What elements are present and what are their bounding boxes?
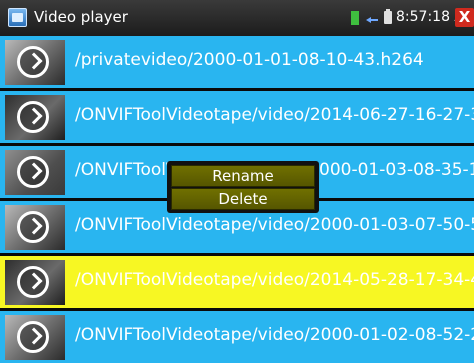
title-bar: Video player 8:57:18 AM X bbox=[0, 0, 474, 36]
network-icon bbox=[365, 11, 379, 23]
play-icon[interactable] bbox=[17, 46, 49, 78]
play-icon[interactable] bbox=[17, 321, 49, 353]
video-thumbnail bbox=[5, 205, 65, 250]
video-thumbnail bbox=[5, 40, 65, 85]
file-name-suffix: 000-01-03-08-35-1 bbox=[319, 160, 474, 180]
file-name: /ONVIFToolVideotape/video/2000-01-02-08-… bbox=[75, 325, 474, 345]
video-thumbnail bbox=[5, 150, 65, 195]
rename-menu-item[interactable]: Rename bbox=[171, 165, 315, 187]
close-button[interactable]: X bbox=[455, 8, 474, 27]
play-icon[interactable] bbox=[17, 211, 49, 243]
signal-icon bbox=[351, 11, 359, 25]
file-row-selected[interactable]: /ONVIFToolVideotape/video/2014-05-28-17-… bbox=[0, 256, 474, 308]
file-name: /ONVIFToolVideotape/video/2014-05-28-17-… bbox=[75, 270, 474, 290]
video-thumbnail bbox=[5, 95, 65, 140]
file-name: /ONVIFTool\ bbox=[75, 160, 172, 180]
app-icon bbox=[8, 8, 27, 27]
video-thumbnail bbox=[5, 260, 65, 305]
context-menu: Rename Delete bbox=[167, 161, 319, 213]
file-row[interactable]: /ONVIFToolVideotape/video/2014-06-27-16-… bbox=[0, 91, 474, 143]
file-name: /ONVIFToolVideotape/video/2014-06-27-16-… bbox=[75, 105, 474, 125]
play-icon[interactable] bbox=[17, 101, 49, 133]
window-title: Video player bbox=[34, 8, 128, 26]
battery-icon bbox=[384, 9, 392, 24]
play-icon[interactable] bbox=[17, 266, 49, 298]
file-row[interactable]: /ONVIFToolVideotape/video/2000-01-02-08-… bbox=[0, 311, 474, 363]
file-name: /ONVIFToolVideotape/video/2000-01-03-07-… bbox=[75, 215, 474, 235]
file-name: /privatevideo/2000-01-01-08-10-43.h264 bbox=[75, 50, 424, 70]
file-row[interactable]: /privatevideo/2000-01-01-08-10-43.h264 bbox=[0, 36, 474, 88]
play-icon[interactable] bbox=[17, 156, 49, 188]
delete-menu-item[interactable]: Delete bbox=[171, 188, 315, 210]
video-thumbnail bbox=[5, 315, 65, 360]
